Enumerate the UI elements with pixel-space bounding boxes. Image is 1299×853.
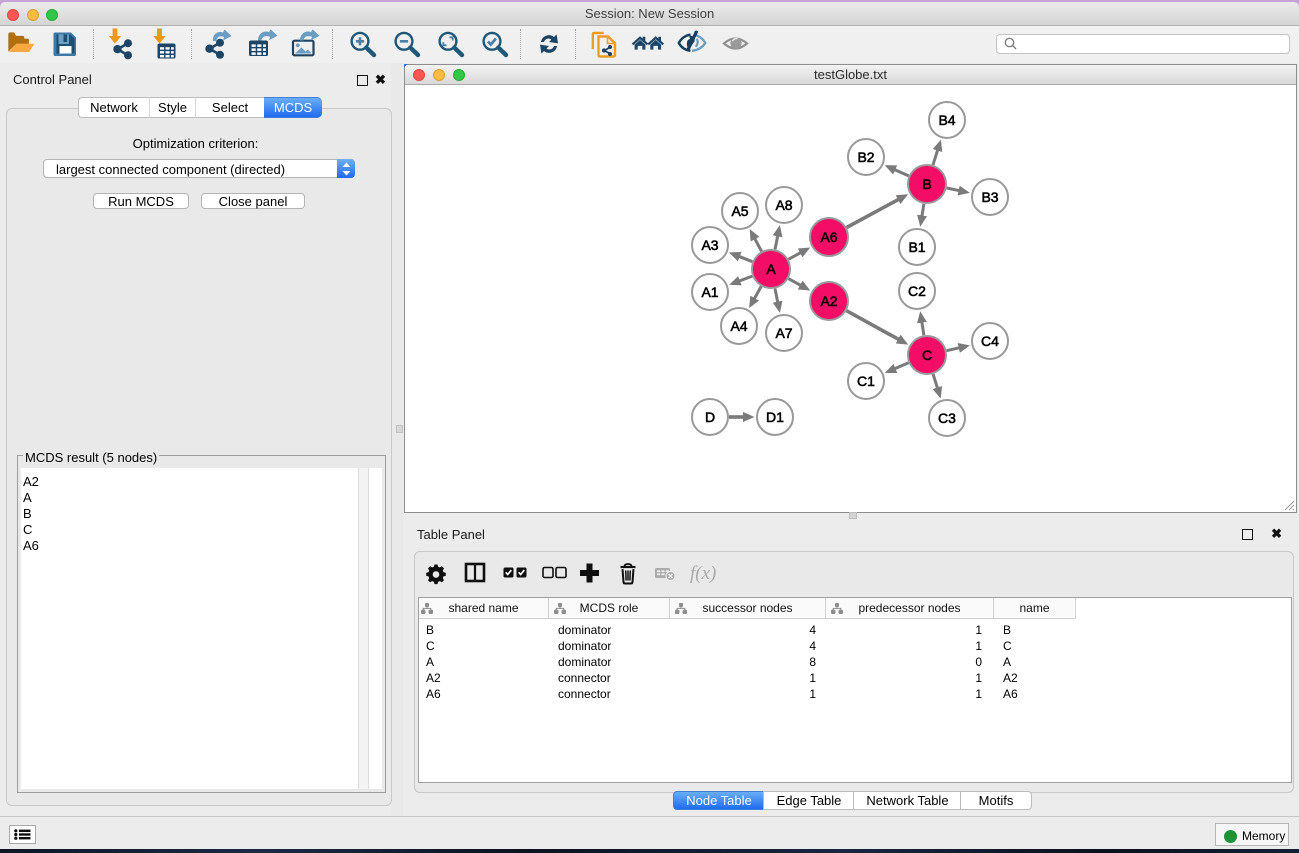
- svg-text:C4: C4: [981, 333, 999, 349]
- svg-text:B: B: [922, 176, 931, 192]
- svg-text:C1: C1: [857, 373, 875, 389]
- svg-text:A2: A2: [820, 293, 837, 309]
- svg-text:B3: B3: [981, 189, 998, 205]
- svg-text:C: C: [922, 347, 932, 363]
- svg-text:B2: B2: [857, 149, 874, 165]
- svg-text:f(x): f(x): [690, 563, 716, 584]
- svg-text:A8: A8: [775, 197, 792, 213]
- svg-text:A6: A6: [820, 229, 837, 245]
- svg-text:D1: D1: [766, 409, 784, 425]
- svg-text:D: D: [705, 409, 715, 425]
- svg-text:A: A: [766, 261, 776, 277]
- svg-text:A1: A1: [701, 284, 718, 300]
- svg-text:B1: B1: [908, 239, 925, 255]
- svg-text:C2: C2: [908, 283, 926, 299]
- svg-text:A7: A7: [775, 325, 792, 341]
- svg-text:A5: A5: [731, 203, 748, 219]
- svg-text:A3: A3: [701, 237, 718, 253]
- svg-text:B4: B4: [938, 112, 955, 128]
- svg-text:A4: A4: [730, 318, 747, 334]
- svg-text:C3: C3: [938, 410, 956, 426]
